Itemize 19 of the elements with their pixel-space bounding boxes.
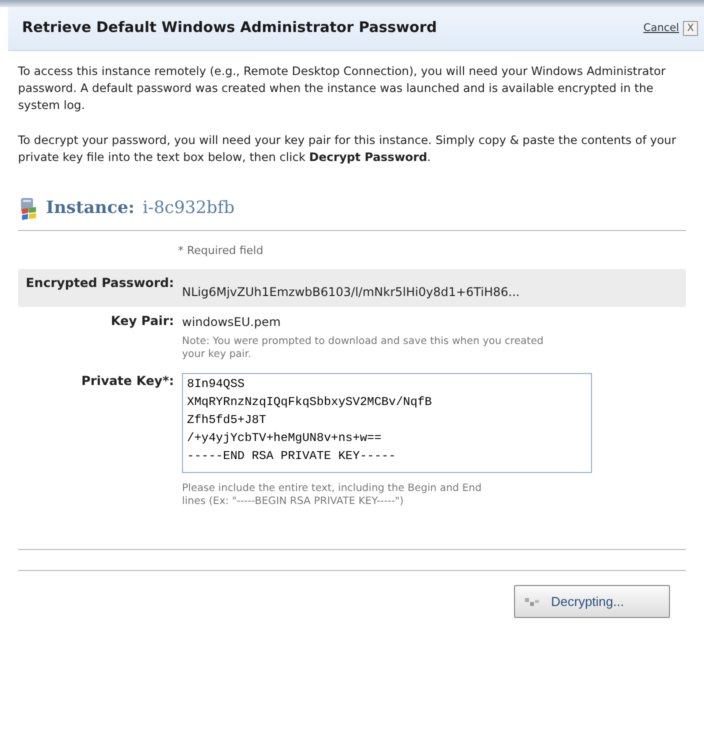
- required-note: * Required field: [178, 242, 264, 258]
- field-label: Private Key*:: [81, 373, 174, 388]
- close-button[interactable]: X: [683, 21, 698, 36]
- body-paragraph: To decrypt your password, you will need your key pair for this instance. Simply copy & paste the contents of your private key file into the text box below, then click Decrypt Password.: [18, 132, 678, 166]
- instance-label: Instance:: [46, 197, 135, 220]
- field-note: Note: You were prompted to download and save this when you created your key pair.: [182, 335, 544, 361]
- spinner-icon: [525, 596, 541, 608]
- decrypt-button[interactable]: Decrypting...: [514, 585, 670, 618]
- instance-id: i-8c932bfb: [142, 197, 235, 220]
- field-label: Encrypted Password:: [26, 275, 174, 290]
- field-value: NLig6MjvZUh1EmzwbB6103/l/mNkr5lHi0y8d1+6TiH86...: [182, 284, 521, 301]
- field-value: windowsEU.pem: [182, 314, 282, 331]
- field-note: Please include the entire text, including the Begin and End lines (Ex: "-----BEGIN RSA PRIVATE KEY-----"): [182, 482, 482, 508]
- dialog-title: Retrieve Default Windows Administrator Password: [22, 18, 437, 38]
- windows-server-icon: [18, 198, 38, 220]
- body-paragraph: To access this instance remotely (e.g., Remote Desktop Connection), you will need your Windows Administrator password. A default password was created when the instance was launched and is available encrypted in the system log.: [18, 63, 667, 114]
- private-key-field[interactable]: 8In94QSS XMqRYRnzNzqIQqFkqSbbxySV2MCBv/NqfB Zfh5fd5+J8T /+y4yjYcbTV+heMgUN8v+ns+w== -----END RSA PRIVATE KEY-----: [182, 373, 592, 473]
- cancel-link[interactable]: Cancel: [643, 20, 679, 36]
- field-label: Key Pair:: [110, 313, 174, 328]
